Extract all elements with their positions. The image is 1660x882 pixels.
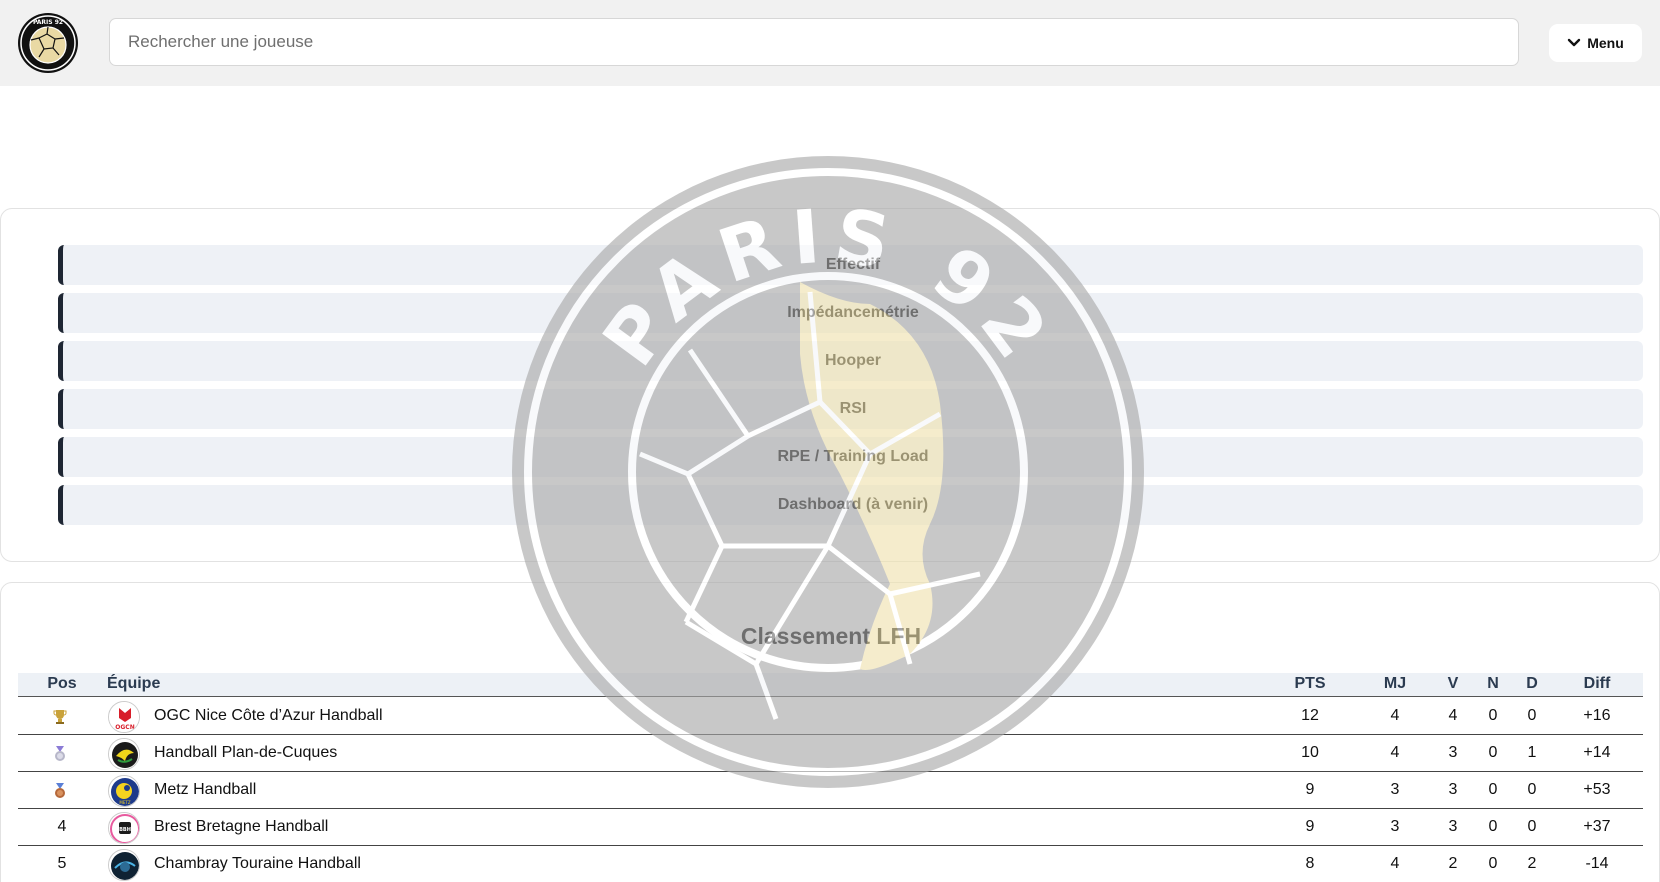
team-d: 2 [1527,855,1537,872]
team-diff: -14 [1585,855,1609,872]
table-row[interactable]: 5 Chambray Touraine Handball 8 4 2 0 2 -… [18,846,1643,882]
team-v: 3 [1448,818,1458,835]
search-input[interactable] [109,18,1519,66]
team-mj: 3 [1390,818,1400,835]
team-d: 0 [1527,707,1537,724]
team-logo [108,849,140,881]
team-logo: OGCN [108,701,140,733]
column-header-diff: Diff [1583,675,1611,692]
team-logo: BBH [108,812,140,844]
team-diff: +37 [1583,818,1611,835]
nav-item-rpe-training-load[interactable]: RPE / Training Load [58,437,1643,477]
column-header-d: D [1526,675,1538,692]
column-header-v: V [1447,675,1459,692]
nav-item-hooper[interactable]: Hooper [58,341,1643,381]
nav-item-impedancemetrie[interactable]: Impédancemétrie [58,293,1643,333]
svg-text:PARIS 92: PARIS 92 [33,19,63,26]
team-pts: 12 [1301,707,1319,724]
column-header-pts: PTS [1294,675,1326,692]
club-logo[interactable]: PARIS 92 [17,12,79,74]
column-header-n: N [1487,675,1499,692]
team-diff: +14 [1583,744,1611,761]
nav-item-rsi[interactable]: RSI [58,389,1643,429]
team-diff: +53 [1583,781,1611,798]
team-logo: METZ [108,775,140,807]
table-row[interactable]: METZ Metz Handball 9 3 3 0 0 +53 [18,772,1643,809]
team-mj: 4 [1390,855,1400,872]
nav-item-effectif[interactable]: Effectif [58,245,1643,285]
team-pts: 8 [1305,855,1315,872]
team-d: 1 [1527,744,1537,761]
team-n: 0 [1488,818,1498,835]
team-logo [108,738,140,770]
team-d: 0 [1527,781,1537,798]
team-name: Handball Plan-de-Cuques [154,744,338,761]
menu-label: Menu [1587,35,1624,51]
table-header: Pos Équipe PTS MJ V N D Diff [18,673,1643,697]
team-name: Brest Bretagne Handball [154,818,329,835]
svg-text:METZ: METZ [119,800,130,805]
team-name: Metz Handball [154,781,257,798]
gold-trophy-icon [53,710,67,724]
team-mj: 3 [1390,781,1400,798]
table-row[interactable]: 4 BBH Brest Bretagne Handball 9 3 3 0 0 … [18,809,1643,846]
bronze-medal-icon [55,783,65,798]
team-v: 3 [1448,744,1458,761]
team-v: 3 [1448,781,1458,798]
standings-card: Classement LFH Pos Équipe PTS MJ V N D D… [0,582,1660,882]
nav-item-dashboard[interactable]: Dashboard (à venir) [58,485,1643,525]
top-bar: PARIS 92 Menu [0,0,1660,86]
team-n: 0 [1488,855,1498,872]
column-header-mj: MJ [1383,675,1407,692]
team-name: OGC Nice Côte d’Azur Handball [154,707,383,724]
nav-item-label: Impédancemétrie [787,304,919,321]
nav-item-label: Effectif [825,256,881,273]
nav-item-label: RSI [839,400,867,417]
nav-item-label: Hooper [825,352,881,369]
team-n: 0 [1488,781,1498,798]
team-position: 5 [57,855,67,872]
team-pts: 9 [1305,818,1315,835]
team-name: Chambray Touraine Handball [154,855,361,872]
team-d: 0 [1527,818,1537,835]
menu-button[interactable]: Menu [1549,24,1642,62]
nav-item-label: RPE / Training Load [777,448,929,465]
table-row[interactable]: OGCN OGC Nice Côte d’Azur Handball 12 4 … [18,698,1643,735]
team-mj: 4 [1390,707,1400,724]
svg-text:BBH: BBH [119,827,131,833]
team-pts: 10 [1301,744,1319,761]
team-v: 4 [1448,707,1458,724]
team-n: 0 [1488,744,1498,761]
navigation-card: Effectif Impédancemétrie Hooper RSI RPE … [0,208,1660,562]
column-header-pos: Pos [47,675,77,692]
nav-item-label: Dashboard (à venir) [777,496,929,513]
team-pts: 9 [1305,781,1315,798]
team-mj: 4 [1390,744,1400,761]
standings-title: Classement LFH [740,623,922,649]
team-diff: +16 [1583,707,1611,724]
silver-medal-icon [55,746,65,761]
team-position: 4 [57,818,67,835]
team-v: 2 [1448,855,1458,872]
chevron-down-icon [1568,38,1581,47]
table-row[interactable]: Handball Plan-de-Cuques 10 4 3 0 1 +14 [18,735,1643,772]
column-header-team: Équipe [107,675,161,692]
svg-text:OGCN: OGCN [115,724,134,731]
team-n: 0 [1488,707,1498,724]
